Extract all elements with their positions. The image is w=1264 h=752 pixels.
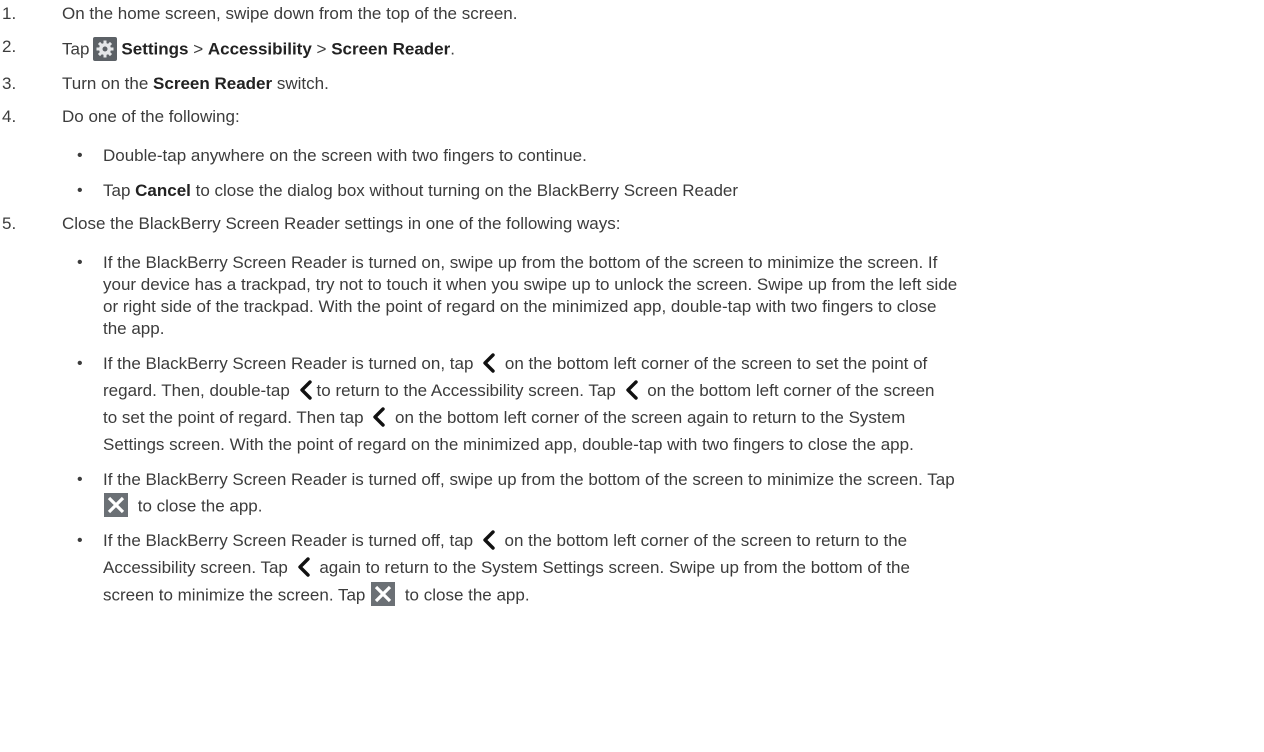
list-item-line: your device has a trackpad, try not to t… — [103, 275, 958, 294]
bullet: • — [77, 532, 83, 549]
list-item-line: Accessibility screen. Tap again to retur… — [103, 556, 910, 577]
bullet: • — [77, 471, 83, 488]
bullet: • — [77, 182, 83, 199]
list-item-line: If the BlackBerry Screen Reader is turne… — [103, 470, 955, 489]
chevron-left-icon — [371, 406, 387, 427]
chevron-left-icon — [296, 556, 312, 577]
bullet: • — [77, 147, 83, 164]
chevron-left-icon — [481, 352, 497, 373]
gear-icon — [93, 37, 118, 61]
list-item-line: If the BlackBerry Screen Reader is turne… — [103, 529, 908, 550]
list-item-line: to close the app. — [103, 493, 262, 519]
close-icon — [104, 493, 128, 517]
chevron-left-icon — [298, 379, 314, 400]
list-item-line: regard. Then, double-tap to return to th… — [103, 379, 935, 400]
chevron-left-icon — [624, 379, 640, 400]
step-3-text: Turn on the Screen Reader switch. — [62, 74, 329, 93]
list-item-line: screen to minimize the screen. Tap to cl… — [103, 582, 530, 608]
step-number: 3. — [2, 74, 17, 93]
list-item-line: the app. — [103, 319, 165, 338]
bullet: • — [77, 254, 83, 271]
step-2-text: Tap Settings > Accessibility > Screen Rea… — [62, 37, 455, 62]
step-4-text: Do one of the following: — [62, 107, 240, 126]
close-icon — [371, 582, 396, 606]
list-item-line: or right side of the trackpad. With the … — [103, 297, 937, 316]
step-number: 4. — [2, 107, 17, 126]
step-5-text: Close the BlackBerry Screen Reader setti… — [62, 214, 621, 233]
list-item-line: If the BlackBerry Screen Reader is turne… — [103, 253, 938, 272]
step-number: 5. — [2, 214, 17, 233]
list-item-line: Settings screen. With the point of regar… — [103, 435, 914, 454]
chevron-left-icon — [481, 529, 497, 550]
list-item-line: to set the point of regard. Then tap on … — [103, 406, 906, 427]
step-1-text: On the home screen, swipe down from the … — [62, 4, 518, 23]
step-number: 1. — [2, 4, 17, 23]
bullet: • — [77, 355, 83, 372]
step-number: 2. — [2, 37, 17, 56]
list-item-line: If the BlackBerry Screen Reader is turne… — [103, 352, 928, 373]
list-item: Double-tap anywhere on the screen with t… — [103, 146, 587, 165]
list-item: Tap Cancel to close the dialog box witho… — [103, 181, 739, 200]
